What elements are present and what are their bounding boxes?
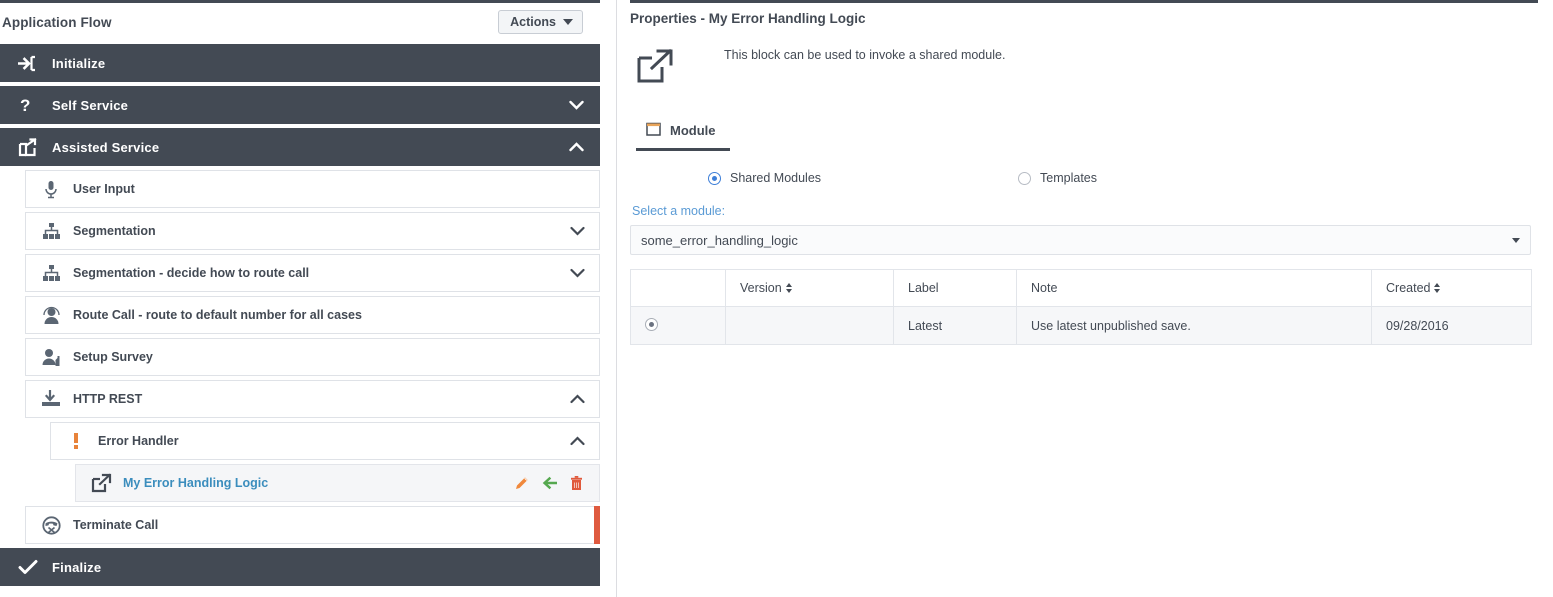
table-header-label: Label [893, 269, 1017, 307]
flow-row-route-call[interactable]: Route Call - route to default number for… [25, 296, 600, 334]
block-description-text: This block can be used to invoke a share… [724, 48, 1006, 62]
goto-arrow-icon[interactable] [542, 476, 557, 490]
flow-row-label: Error Handler [98, 434, 179, 448]
application-flow-panel: Application Flow Actions Initialize ? Se… [0, 0, 617, 597]
row-action-buttons [514, 475, 585, 491]
table-header-row: Version Label Note Created [630, 269, 1532, 307]
chevron-up-icon[interactable] [570, 394, 585, 404]
edit-pencil-icon[interactable] [514, 476, 529, 491]
chevron-down-icon[interactable] [570, 268, 585, 278]
properties-top-rule [630, 0, 1538, 3]
flow-row-label: Initialize [52, 55, 106, 71]
block-description: This block can be used to invoke a share… [630, 44, 1533, 84]
delete-trash-icon[interactable] [570, 475, 583, 491]
chevron-up-icon[interactable] [569, 142, 584, 152]
svg-text:?: ? [20, 96, 30, 114]
user-circle-icon [38, 306, 64, 325]
table-cell-note: Use latest unpublished save. [1016, 306, 1372, 345]
flow-row-label: Assisted Service [52, 139, 160, 155]
table-header-version-label: Version [740, 281, 782, 295]
module-source-radio-group: Shared Modules Templates [630, 171, 1533, 185]
flow-block-list: Initialize ? Self Service Assisted Servi… [0, 44, 600, 586]
flow-row-initialize[interactable]: Initialize [0, 44, 600, 82]
flow-row-error-handler[interactable]: Error Handler [50, 422, 600, 460]
sitemap-icon [38, 222, 64, 240]
module-versions-table: Version Label Note Created Latest Use la… [630, 269, 1532, 345]
phone-end-icon [38, 515, 64, 535]
user-survey-icon [38, 348, 64, 367]
radio-templates[interactable]: Templates [1018, 171, 1097, 185]
radio-templates-label: Templates [1040, 171, 1098, 185]
flow-row-user-input[interactable]: User Input [25, 170, 600, 208]
microphone-icon [38, 180, 64, 199]
actions-button-label: Actions [510, 14, 556, 29]
table-cell-select[interactable] [630, 306, 726, 345]
chevron-down-icon [563, 19, 573, 25]
table-cell-created: 09/28/2016 [1371, 306, 1532, 345]
properties-title: Properties - My Error Handling Logic [630, 11, 866, 26]
properties-panel: Properties - My Error Handling Logic Thi… [617, 0, 1553, 597]
select-module-label: Select a module: [632, 204, 726, 218]
page-title: Application Flow [2, 14, 112, 30]
flow-row-label: Route Call - route to default number for… [73, 308, 362, 322]
table-header-select [630, 269, 726, 307]
flow-row-label: Segmentation - decide how to route call [73, 266, 310, 280]
exclamation-icon [63, 432, 89, 450]
radio-button-icon[interactable] [708, 171, 721, 185]
select-module-value: some_error_handling_logic [641, 232, 798, 248]
table-header-version[interactable]: Version [725, 269, 894, 307]
chevron-down-icon[interactable] [569, 100, 584, 110]
check-icon [18, 559, 44, 575]
table-cell-version [725, 306, 894, 345]
flow-row-label: Self Service [52, 97, 129, 113]
sign-in-icon [18, 55, 44, 72]
radio-shared-modules[interactable]: Shared Modules [708, 171, 821, 185]
application-flow-editor: Application Flow Actions Initialize ? Se… [0, 0, 1553, 597]
table-header-note: Note [1016, 269, 1372, 307]
radio-button-icon[interactable] [1018, 171, 1032, 185]
select-module-dropdown[interactable]: some_error_handling_logic [630, 225, 1531, 255]
tab-module-label: Module [670, 123, 716, 138]
actions-button[interactable]: Actions [498, 9, 583, 35]
sort-arrows-icon[interactable] [1434, 282, 1441, 294]
chevron-up-icon[interactable] [570, 436, 585, 446]
properties-tabs: Module [630, 122, 1533, 151]
row-select-radio-icon[interactable] [645, 317, 658, 331]
table-cell-label: Latest [893, 306, 1017, 345]
flow-panel-header: Application Flow Actions [0, 0, 600, 44]
flow-row-setup-survey[interactable]: Setup Survey [25, 338, 600, 376]
external-link-icon [636, 44, 692, 84]
flow-row-segmentation[interactable]: Segmentation [25, 212, 600, 250]
flow-row-label: User Input [73, 182, 135, 196]
external-link-icon [88, 473, 114, 493]
tab-module[interactable]: Module [636, 122, 730, 151]
sort-arrows-icon[interactable] [785, 282, 793, 294]
flow-row-segmentation-route[interactable]: Segmentation - decide how to route call [25, 254, 600, 292]
flow-row-label: My Error Handling Logic [123, 476, 269, 490]
terminate-accent-bar [594, 506, 600, 544]
flow-row-terminate-call[interactable]: Terminate Call [25, 506, 600, 544]
chevron-down-icon [1512, 237, 1520, 243]
radio-shared-modules-label: Shared Modules [730, 171, 822, 185]
chevron-down-icon[interactable] [570, 226, 585, 236]
sitemap-icon [38, 264, 64, 282]
flow-row-finalize[interactable]: Finalize [0, 548, 600, 586]
panel-top-rule [0, 0, 600, 3]
flow-row-http-rest[interactable]: HTTP REST [25, 380, 600, 418]
flow-row-label: Segmentation [73, 224, 156, 238]
flow-row-my-error-handling-logic[interactable]: My Error Handling Logic [75, 464, 600, 502]
flow-row-label: HTTP REST [73, 392, 143, 406]
download-tray-icon [38, 390, 64, 408]
table-header-created-label: Created [1386, 281, 1431, 295]
table-header-created[interactable]: Created [1371, 269, 1532, 307]
question-mark-icon: ? [18, 96, 44, 114]
share-square-icon [18, 137, 44, 157]
flow-row-label: Terminate Call [73, 518, 159, 532]
flow-row-label: Setup Survey [73, 350, 153, 364]
window-icon [646, 122, 661, 139]
flow-row-label: Finalize [52, 559, 102, 575]
flow-row-assisted-service[interactable]: Assisted Service [0, 128, 600, 166]
flow-row-self-service[interactable]: ? Self Service [0, 86, 600, 124]
table-row[interactable]: Latest Use latest unpublished save. 09/2… [630, 306, 1532, 345]
